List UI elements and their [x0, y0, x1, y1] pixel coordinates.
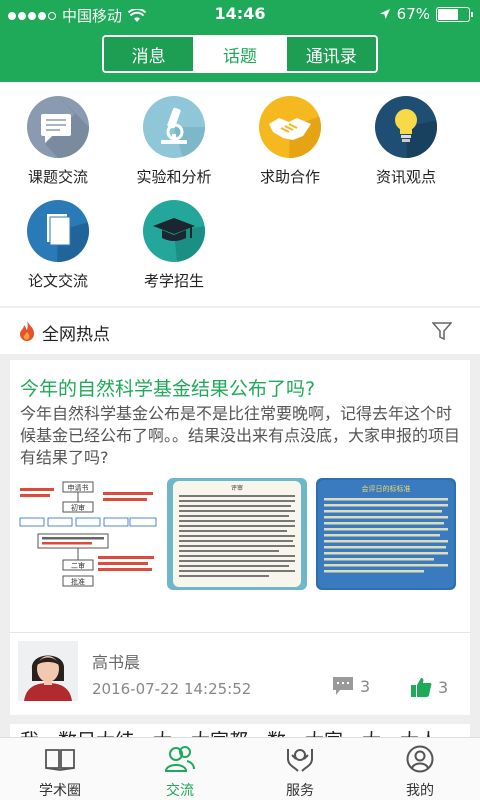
category-label: 资讯观点 [375, 168, 436, 186]
divider [10, 632, 470, 633]
category-label: 课题交流 [27, 168, 88, 186]
tab-services[interactable]: 服务 [240, 738, 360, 800]
category-label: 实验和分析 [136, 168, 212, 186]
flow-label: 二审 [71, 561, 85, 570]
app-header: 中国移动 14:46 67% 消息 话题 通讯录 [0, 0, 480, 82]
handshake-icon [259, 96, 321, 158]
tab-topics[interactable]: 话题 [193, 37, 285, 71]
category-admissions[interactable]: 考学招生 [116, 200, 232, 291]
battery-percent: 67% [396, 5, 430, 23]
segmented-control: 消息 话题 通讯录 [102, 35, 378, 73]
tab-academic-circle[interactable]: 学术圈 [0, 738, 120, 800]
document-icon [27, 200, 89, 262]
post-body: 今年自然科学基金公布是不是比往常要晚啊，记得去年这个时候基金已经公布了啊。。结果… [20, 404, 461, 467]
post-image-flowchart[interactable]: 申请书 初审 二审 批准 [18, 478, 158, 590]
tab-label: 学术圈 [39, 783, 81, 799]
like-button[interactable]: 3 [410, 676, 448, 698]
post-title[interactable]: 今年的自然科学基金结果公布了吗? [20, 374, 315, 401]
category-help-cooperation[interactable]: 求助合作 [232, 96, 348, 187]
flow-label: 申请书 [68, 483, 89, 492]
section-title: 全网热点 [42, 325, 110, 345]
avatar[interactable] [18, 641, 78, 701]
tab-exchange[interactable]: 交流 [120, 738, 240, 800]
flow-label: 批准 [71, 577, 85, 586]
flow-label: 初审 [71, 503, 85, 512]
category-experiment-analysis[interactable]: 实验和分析 [116, 96, 232, 187]
hands-icon [287, 749, 313, 772]
tab-contacts[interactable]: 通讯录 [284, 37, 376, 71]
post-timestamp: 2016-07-22 14:25:52 [92, 680, 252, 698]
location-arrow-icon [379, 9, 390, 19]
book-icon [45, 749, 75, 771]
like-count: 3 [438, 677, 449, 697]
tab-messages[interactable]: 消息 [104, 37, 194, 71]
post-image-criteria[interactable]: 会评日的标标准 [316, 478, 456, 590]
flame-icon [20, 321, 35, 341]
category-label: 论文交流 [27, 272, 88, 290]
comment-count: 3 [360, 676, 371, 696]
post-card[interactable]: 今年的自然科学基金结果公布了吗? 今年自然科学基金公布是不是比往常要晚啊，记得去… [10, 360, 470, 715]
comment-icon [333, 677, 353, 695]
chat-bubble-icon [27, 96, 89, 158]
image-doc-title: 评审 [231, 484, 243, 492]
microscope-icon [143, 96, 205, 158]
tab-label: 交流 [166, 783, 194, 799]
category-topic-exchange[interactable]: 课题交流 [0, 96, 116, 187]
lightbulb-icon [375, 96, 437, 158]
category-news-views[interactable]: 资讯观点 [348, 96, 464, 187]
graduation-cap-icon [143, 200, 205, 262]
category-label: 考学招生 [143, 272, 204, 290]
people-icon [165, 746, 195, 772]
bottom-tab-bar: 学术圈 交流 服务 我的 [0, 737, 480, 800]
thumbs-up-icon [411, 678, 432, 697]
status-right: 67% [379, 5, 473, 23]
category-grid: 课题交流 实验和分析 求助合作 资讯观点 论文交流 考学招生 [0, 82, 480, 306]
post-image-article[interactable]: 评审 [167, 478, 307, 590]
tab-label: 服务 [286, 783, 314, 799]
category-paper-exchange[interactable]: 论文交流 [0, 200, 116, 291]
status-bar: 中国移动 14:46 67% [0, 0, 480, 28]
tab-label: 我的 [406, 783, 434, 799]
battery-icon [436, 6, 473, 22]
person-icon [406, 745, 434, 773]
hot-section-header: 全网热点 [0, 308, 480, 354]
comments-button[interactable]: 3 [332, 676, 370, 696]
tab-mine[interactable]: 我的 [360, 738, 480, 800]
category-label: 求助合作 [259, 168, 320, 186]
filter-icon[interactable] [432, 321, 452, 341]
image-criteria-title: 会评日的标标准 [362, 484, 411, 493]
author-name[interactable]: 高书晨 [92, 649, 140, 673]
